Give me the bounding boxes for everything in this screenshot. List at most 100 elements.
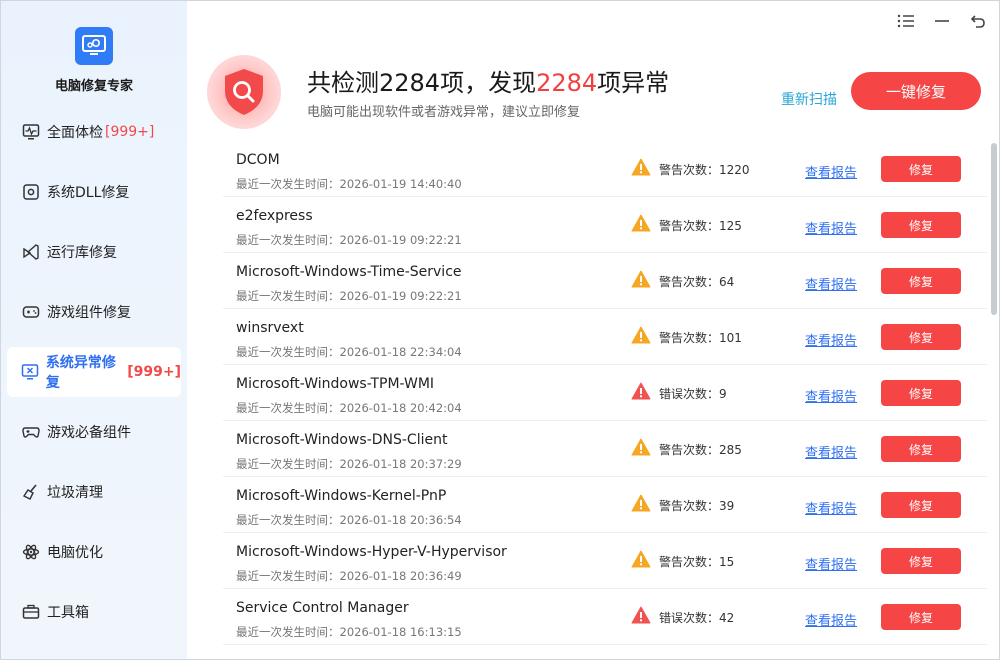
count-label: 错误次数： xyxy=(659,387,720,401)
title-prefix: 共检测 xyxy=(307,69,379,97)
view-report-link[interactable]: 查看报告 xyxy=(805,274,857,293)
warning-triangle-icon xyxy=(631,270,651,288)
time-prefix: 最近一次发生时间： xyxy=(236,569,340,583)
title-suffix: 项异常 xyxy=(597,69,670,97)
time-prefix: 最近一次发生时间： xyxy=(236,345,340,359)
sidebar-item-game-component-repair[interactable]: 游戏组件修复 xyxy=(7,287,181,337)
vs-icon xyxy=(21,242,41,262)
count-value: 101 xyxy=(719,331,742,345)
scan-result-subtitle: 电脑可能出现软件或者游戏异常，建议立即修复 xyxy=(307,105,581,120)
atom-icon xyxy=(21,542,41,562)
sidebar-item-label: 电脑优化 xyxy=(47,545,103,561)
sidebar-item-label: 运行库修复 xyxy=(47,245,117,261)
last-occurrence-time: 最近一次发生时间：2026-01-18 20:36:54 xyxy=(236,512,462,528)
count-label: 警告次数： xyxy=(659,443,720,457)
warning-triangle-icon xyxy=(631,158,651,176)
scan-result-title: 共检测2284项，发现2284项异常 xyxy=(307,63,669,98)
fix-button[interactable]: 修复 xyxy=(881,380,961,406)
count-value: 285 xyxy=(719,443,742,457)
menu-list-icon[interactable] xyxy=(895,11,917,31)
last-occurrence-time: 最近一次发生时间：2026-01-18 16:13:15 xyxy=(236,624,462,640)
occurrence-count: 警告次数：39 xyxy=(659,497,734,514)
table-row: winsrvext 最近一次发生时间：2026-01-18 22:34:04 警… xyxy=(223,309,987,365)
table-row: e2fexpress 最近一次发生时间：2026-01-19 09:22:21 … xyxy=(223,197,987,253)
app-logo-icon xyxy=(75,27,113,65)
fix-button[interactable]: 修复 xyxy=(881,156,961,182)
count-value: 42 xyxy=(719,611,735,625)
back-return-icon[interactable] xyxy=(967,11,989,31)
fix-button[interactable]: 修复 xyxy=(881,436,961,462)
count-value: 125 xyxy=(719,219,742,233)
table-row: Service Control Manager 最近一次发生时间：2026-01… xyxy=(223,589,987,645)
sidebar-item-label: 系统DLL修复 xyxy=(47,185,130,201)
count-label: 警告次数： xyxy=(659,275,720,289)
warning-triangle-icon xyxy=(631,438,651,456)
time-prefix: 最近一次发生时间： xyxy=(236,177,340,191)
fix-button[interactable]: 修复 xyxy=(881,604,961,630)
warning-triangle-icon xyxy=(631,494,651,512)
count-label: 警告次数： xyxy=(659,331,720,345)
sidebar-item-label: 垃圾清理 xyxy=(47,485,103,501)
sidebar-item-pc-optimize[interactable]: 电脑优化 xyxy=(7,527,181,577)
sidebar-item-label: 全面体检 xyxy=(47,125,103,141)
broom-icon xyxy=(21,482,41,502)
title-mid: 项，发现 xyxy=(440,69,537,97)
time-prefix: 最近一次发生时间： xyxy=(236,457,340,471)
sidebar-item-dll-repair[interactable]: 系统DLL修复 xyxy=(7,167,181,217)
view-report-link[interactable]: 查看报告 xyxy=(805,554,857,573)
sidebar-item-full-check[interactable]: 全面体检 [999+] xyxy=(7,107,181,157)
last-occurrence-time: 最近一次发生时间：2026-01-18 20:42:04 xyxy=(236,400,462,416)
sidebar-item-junk-cleanup[interactable]: 垃圾清理 xyxy=(7,467,181,517)
occurrence-count: 警告次数：101 xyxy=(659,329,742,346)
monitor-pulse-icon xyxy=(21,122,41,142)
view-report-link[interactable]: 查看报告 xyxy=(805,330,857,349)
one-click-fix-button[interactable]: 一键修复 xyxy=(851,72,981,110)
fix-button[interactable]: 修复 xyxy=(881,324,961,350)
event-source-name: Microsoft-Windows-TPM-WMI xyxy=(236,376,435,392)
fix-button[interactable]: 修复 xyxy=(881,492,961,518)
sidebar-item-toolbox[interactable]: 工具箱 xyxy=(7,587,181,637)
occurrence-count: 警告次数：64 xyxy=(659,273,734,290)
gear-box-icon xyxy=(21,182,41,202)
time-value: 2026-01-18 20:36:49 xyxy=(339,569,462,583)
sidebar-item-game-essentials[interactable]: 游戏必备组件 xyxy=(7,407,181,457)
count-value: 15 xyxy=(719,555,735,569)
view-report-link[interactable]: 查看报告 xyxy=(805,162,857,181)
sidebar-item-system-abnormal-repair[interactable]: 系统异常修复 [999+] xyxy=(7,347,181,397)
error-triangle-icon xyxy=(631,382,651,400)
time-prefix: 最近一次发生时间： xyxy=(236,289,340,303)
count-label: 警告次数： xyxy=(659,555,720,569)
sidebar-item-label: 系统异常修复 xyxy=(45,355,116,391)
warning-triangle-icon xyxy=(631,550,651,568)
event-source-name: winsrvext xyxy=(236,320,304,336)
fix-button[interactable]: 修复 xyxy=(881,212,961,238)
occurrence-count: 错误次数：42 xyxy=(659,609,734,626)
fix-button[interactable]: 修复 xyxy=(881,548,961,574)
window-controls xyxy=(895,11,989,31)
toolbox-icon xyxy=(21,602,41,622)
last-occurrence-time: 最近一次发生时间：2026-01-18 20:36:49 xyxy=(236,568,462,584)
time-value: 2026-01-19 14:40:40 xyxy=(339,177,462,191)
app-logo-block: 电脑修复专家 xyxy=(1,27,187,94)
view-report-link[interactable]: 查看报告 xyxy=(805,442,857,461)
app-window: 电脑修复专家 全面体检 [999+] 系统DLL修复 运行库修复 游戏组件修复 … xyxy=(0,0,1000,660)
time-value: 2026-01-19 09:22:21 xyxy=(339,233,462,247)
sidebar-item-runtime-repair[interactable]: 运行库修复 xyxy=(7,227,181,277)
event-source-name: DCOM xyxy=(236,152,280,168)
view-report-link[interactable]: 查看报告 xyxy=(805,498,857,517)
event-source-name: Microsoft-Windows-Hyper-V-Hypervisor xyxy=(236,544,507,560)
list-scrollbar[interactable] xyxy=(991,143,997,315)
sidebar-item-label: 工具箱 xyxy=(47,605,89,621)
view-report-link[interactable]: 查看报告 xyxy=(805,610,857,629)
fix-button[interactable]: 修复 xyxy=(881,268,961,294)
view-report-link[interactable]: 查看报告 xyxy=(805,386,857,405)
minimize-icon[interactable] xyxy=(931,11,953,31)
count-value: 1220 xyxy=(719,163,750,177)
view-report-link[interactable]: 查看报告 xyxy=(805,218,857,237)
rescan-link[interactable]: 重新扫描 xyxy=(781,89,837,109)
last-occurrence-time: 最近一次发生时间：2026-01-18 20:37:29 xyxy=(236,456,462,472)
occurrence-count: 错误次数：9 xyxy=(659,385,727,402)
sidebar-nav: 全面体检 [999+] 系统DLL修复 运行库修复 游戏组件修复 系统异常修复 … xyxy=(7,107,181,647)
last-occurrence-time: 最近一次发生时间：2026-01-19 14:40:40 xyxy=(236,176,462,192)
gamepad-alt-icon xyxy=(21,422,41,442)
